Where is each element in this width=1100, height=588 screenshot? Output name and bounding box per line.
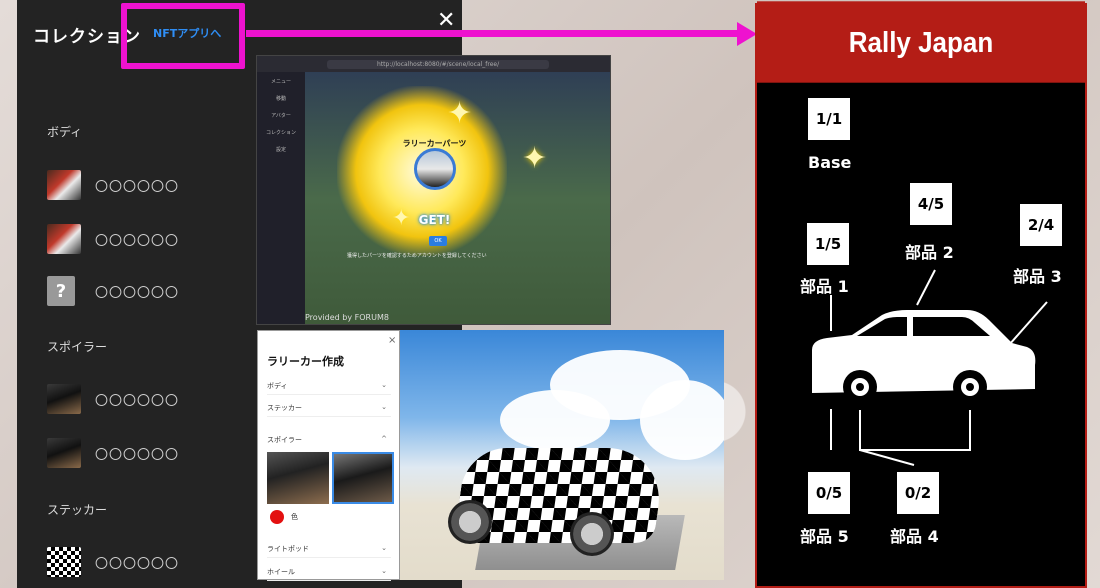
part-2-count: 4/5	[910, 183, 952, 225]
highlight-box	[121, 3, 245, 69]
part-image	[414, 148, 456, 190]
menu-item-spoiler[interactable]: スポイラー ^	[267, 435, 391, 448]
menu-item-body[interactable]: ボディ ⌄	[267, 381, 391, 395]
spoiler-thumbnail	[47, 438, 81, 468]
popup-note: 獲得したパーツを確認するためアカウントを登録してください	[347, 253, 487, 259]
wheel	[448, 500, 492, 544]
app-sidebar: メニュー 移動 アバター コレクション 設定	[257, 72, 305, 324]
menu-item-sticker[interactable]: ステッカー ⌄	[267, 403, 391, 417]
list-item[interactable]: 〇〇〇〇〇〇	[47, 384, 179, 414]
rally-car-creator-panel: × ラリーカー作成 ボディ ⌄ ステッカー ⌄ スポイラー ^ 色 ライトポッド…	[257, 330, 400, 581]
wheel	[570, 512, 614, 556]
url-bar[interactable]: http://localhost:8080/#/scene/local_free…	[327, 59, 550, 69]
menu-item-label: スポイラー	[267, 436, 302, 444]
sidebar-item-avatar[interactable]: アバター	[257, 112, 305, 119]
rally-japan-panel: Rally Japan 1/1 Base 1/5 部品 1 4/5 部品 2 2…	[755, 1, 1087, 588]
list-item[interactable]: 〇〇〇〇〇〇	[47, 224, 179, 254]
sidebar-item-menu[interactable]: メニュー	[257, 78, 305, 85]
list-item[interactable]: 〇〇〇〇〇〇	[47, 170, 179, 200]
sticker-thumbnail	[47, 547, 81, 577]
item-label: 〇〇〇〇〇〇	[95, 179, 180, 195]
part-3-count: 2/4	[1020, 204, 1062, 246]
item-label: 〇〇〇〇〇〇	[95, 233, 180, 249]
menu-item-label: ライトポッド	[267, 545, 309, 553]
part-1-count: 1/5	[807, 223, 849, 265]
base-label: Base	[808, 153, 852, 172]
part-2-label: 部品 2	[905, 243, 954, 262]
section-title-spoiler: スポイラー	[47, 340, 108, 354]
provider-footer: Provided by FORUM8	[305, 313, 389, 322]
chevron-up-icon: ^	[381, 435, 387, 443]
creator-title: ラリーカー作成	[267, 355, 344, 368]
item-label: 〇〇〇〇〇〇	[95, 285, 180, 301]
chevron-down-icon: ⌄	[381, 403, 387, 411]
part-5-count: 0/5	[808, 472, 850, 514]
spoiler-option-selected[interactable]	[332, 452, 394, 504]
car-3d-preview	[400, 330, 724, 580]
sidebar-item-move[interactable]: 移動	[257, 95, 305, 102]
color-swatch[interactable]	[270, 510, 284, 524]
car-thumbnail	[47, 170, 81, 200]
item-label: 〇〇〇〇〇〇	[95, 556, 180, 572]
section-title-sticker: ステッカー	[47, 503, 108, 517]
sparkle-icon: ✦	[447, 96, 473, 131]
chevron-down-icon: ⌄	[381, 544, 387, 552]
arrow-line	[246, 30, 741, 37]
menu-item-label: ステッカー	[267, 404, 302, 412]
car-thumbnail	[47, 224, 81, 254]
browser-screenshot: http://localhost:8080/#/scene/local_free…	[256, 55, 611, 325]
list-item[interactable]: 〇〇〇〇〇〇	[47, 438, 179, 468]
arrow-head-icon	[737, 22, 757, 46]
section-title-body: ボディ	[47, 125, 83, 139]
chevron-down-icon: ⌄	[381, 381, 387, 389]
base-count: 1/1	[808, 98, 850, 140]
spoiler-option[interactable]	[267, 452, 329, 504]
item-label: 〇〇〇〇〇〇	[95, 393, 180, 409]
ok-button[interactable]: OK	[429, 236, 447, 246]
menu-item-label: ホイール	[267, 568, 295, 576]
cloud	[640, 380, 724, 460]
part-5-label: 部品 5	[800, 527, 849, 546]
browser-toolbar: http://localhost:8080/#/scene/local_free…	[257, 56, 610, 72]
color-label: 色	[291, 513, 298, 521]
menu-item-wheel[interactable]: ホイール ⌄	[267, 567, 391, 581]
sidebar-item-collection[interactable]: コレクション	[257, 129, 305, 136]
item-label: 〇〇〇〇〇〇	[95, 447, 180, 463]
part-4-label: 部品 4	[890, 527, 939, 546]
part-1-label: 部品 1	[800, 277, 849, 296]
unknown-item-icon: ?	[47, 276, 75, 306]
menu-item-light-pod[interactable]: ライトポッド ⌄	[267, 544, 391, 558]
menu-item-label: ボディ	[267, 382, 288, 390]
cloud	[500, 390, 610, 450]
get-text: GET!	[418, 213, 451, 227]
part-3-label: 部品 3	[1013, 267, 1062, 286]
chevron-down-icon: ⌄	[381, 567, 387, 575]
list-item[interactable]: ? 〇〇〇〇〇〇	[47, 276, 179, 306]
close-icon[interactable]: ×	[388, 335, 396, 346]
list-item[interactable]: 〇〇〇〇〇〇	[47, 547, 179, 577]
spoiler-thumbnail	[47, 384, 81, 414]
part-4-count: 0/2	[897, 472, 939, 514]
